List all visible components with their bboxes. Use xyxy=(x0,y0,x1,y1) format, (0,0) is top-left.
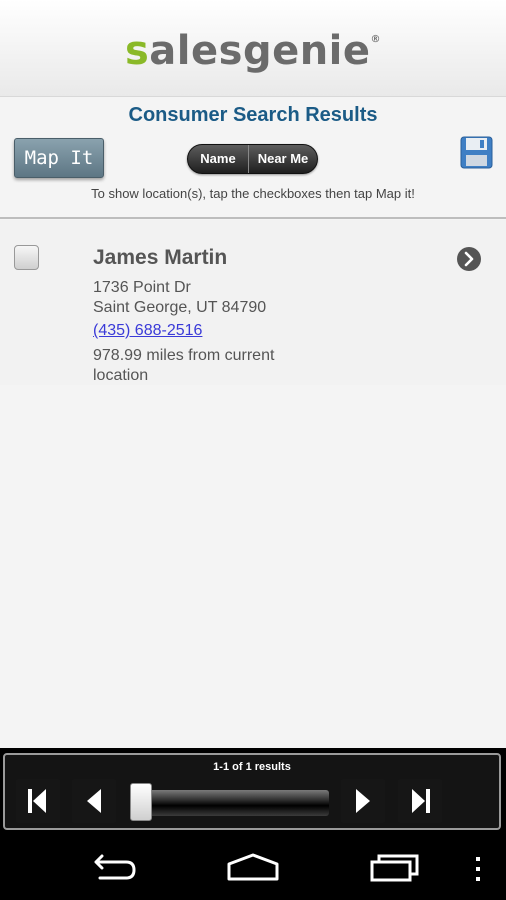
sort-by-name-button[interactable]: Name xyxy=(188,145,249,173)
back-icon[interactable] xyxy=(88,852,138,887)
results-count: 1-1 of 1 results xyxy=(213,761,291,773)
app-header: salesgenie® xyxy=(0,0,506,97)
result-name: James Martin xyxy=(93,246,228,269)
page-slider-thumb[interactable] xyxy=(130,783,152,821)
result-phone-link[interactable]: (435) 688-2516 xyxy=(93,322,202,340)
result-address-line1: 1736 Point Dr xyxy=(93,279,191,296)
list-item[interactable]: James Martin 1736 Point Dr Saint George,… xyxy=(0,220,506,385)
recent-apps-icon[interactable] xyxy=(369,852,421,887)
result-address-line2: Saint George, UT 84790 xyxy=(93,299,267,316)
next-page-button[interactable] xyxy=(341,779,385,823)
pagination-bar: 1-1 of 1 results xyxy=(0,748,506,834)
home-icon[interactable] xyxy=(226,852,280,887)
first-page-button[interactable] xyxy=(16,779,60,823)
map-hint-text: To show location(s), tap the checkboxes … xyxy=(91,186,415,201)
pagination-panel: 1-1 of 1 results xyxy=(3,753,501,830)
salesgenie-logo: salesgenie® xyxy=(124,28,382,74)
page-title: Consumer Search Results xyxy=(128,104,378,126)
divider xyxy=(0,217,506,219)
sort-toggle: Name Near Me xyxy=(187,144,318,174)
play-right-icon xyxy=(356,789,370,813)
previous-page-button[interactable] xyxy=(72,779,116,823)
chevron-right-icon[interactable] xyxy=(456,246,482,272)
floppy-disk-icon[interactable] xyxy=(460,136,493,169)
overflow-menu-icon[interactable] xyxy=(474,856,482,887)
skip-last-icon xyxy=(412,789,430,813)
last-page-button[interactable] xyxy=(398,779,442,823)
skip-first-icon xyxy=(28,789,46,813)
page-slider-track[interactable] xyxy=(135,790,329,816)
map-it-button[interactable]: Map It xyxy=(14,138,104,178)
system-navigation-bar xyxy=(0,834,506,900)
play-left-icon xyxy=(87,789,101,813)
result-checkbox[interactable] xyxy=(14,245,39,270)
result-distance: 978.99 miles from current location xyxy=(93,347,275,384)
sort-near-me-button[interactable]: Near Me xyxy=(249,145,317,173)
